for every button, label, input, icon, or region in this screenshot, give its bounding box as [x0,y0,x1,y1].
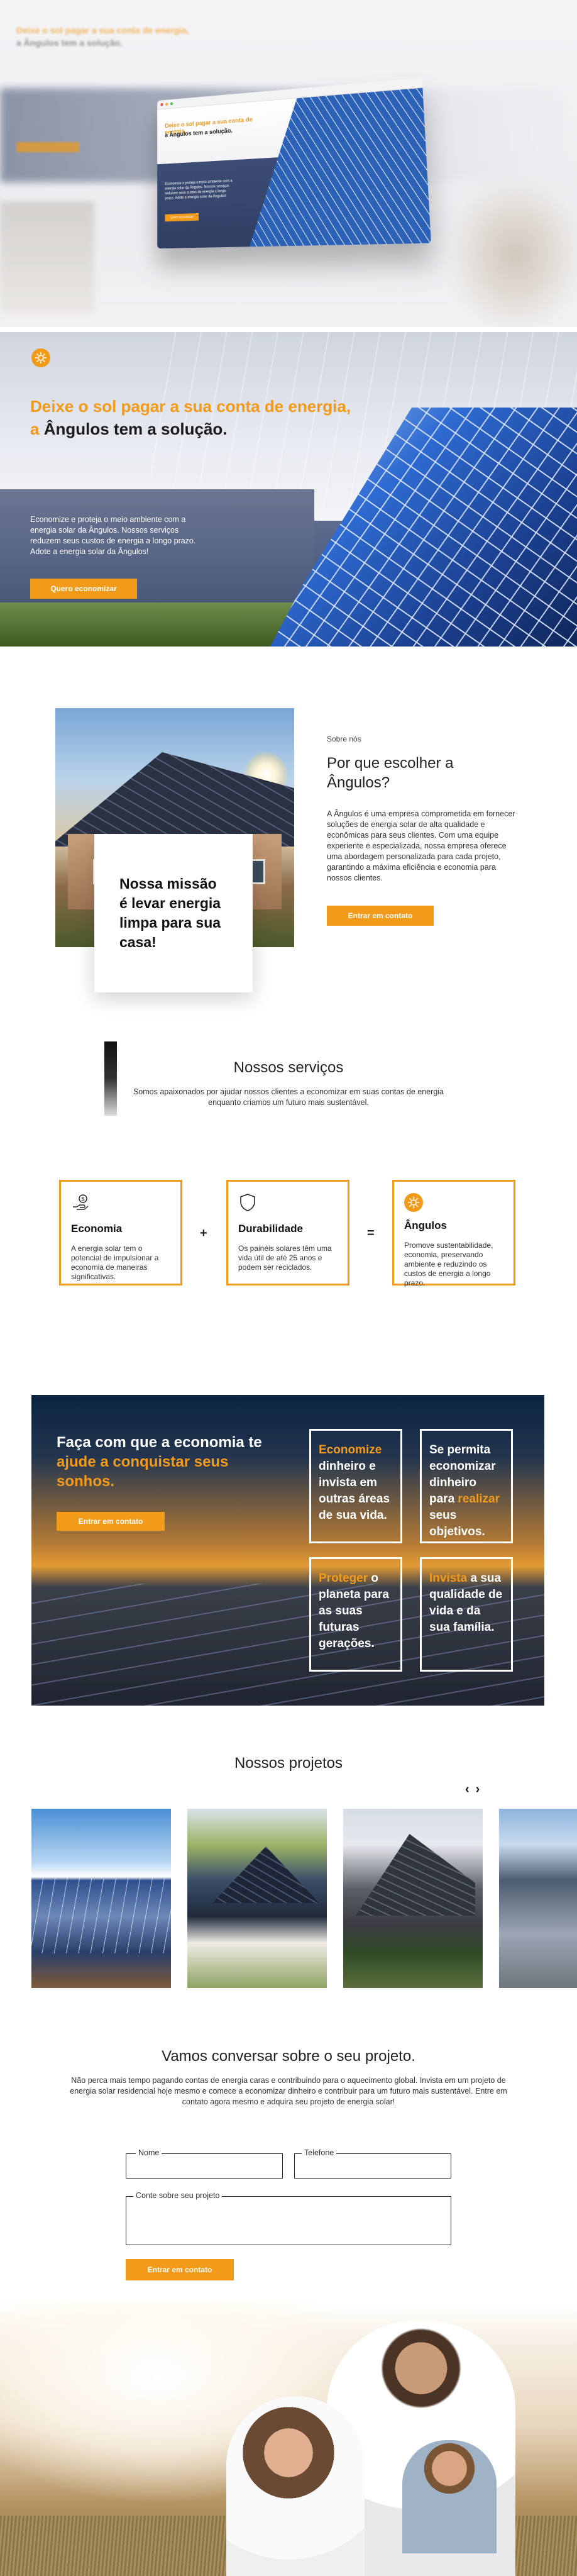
hero-title: Deixe o sol pagar a sua conta de energia… [30,395,370,440]
about-kicker: Sobre nós [327,735,361,743]
cta-box-highlight: Economize [319,1443,382,1457]
phone-field[interactable] [294,2153,451,2179]
cta-box-economize: Economize dinheiro e invista em outras á… [309,1429,402,1543]
cta-box-highlight: realizar [458,1492,500,1506]
project-image[interactable] [343,1809,483,1988]
sun-icon [404,1193,423,1212]
contact-title: Vamos conversar sobre o seu projeto. [0,2048,577,2065]
cta-title-white: Faça com que a economia te [57,1434,262,1451]
hero-section: Deixe o sol pagar a sua conta de energia… [0,332,577,647]
chevron-left-icon[interactable]: ‹ [465,1782,470,1797]
project-image[interactable] [187,1809,327,1988]
services-title: Nossos serviços [0,1059,577,1077]
cta-banner: Faça com que a economia te ajude a conqu… [31,1395,544,1706]
cta-box-text: dinheiro e invista em outras áreas de su… [319,1460,390,1522]
cta-box-highlight: Proteger [319,1572,368,1585]
blurred-plant [453,182,577,327]
service-card-economia: $ Economia A energia solar tem o potenci… [59,1180,182,1285]
submit-contact-button[interactable]: Entrar em contato [126,2259,234,2280]
plus-sign: + [200,1226,207,1241]
projects-section: Nossos projetos ‹ › [0,1748,577,2012]
service-title: Economia [71,1223,170,1235]
service-title: Ângulos [404,1219,503,1232]
contact-section: Vamos conversar sobre o seu projeto. Não… [0,2038,577,2289]
shield-icon [238,1193,257,1212]
hero-title-prefix: a [30,419,39,438]
hero-text: Economize e proteja o meio ambiente com … [30,514,200,557]
blurred-house [0,201,94,314]
panel-lines [31,1878,171,1953]
service-card-angulos: Ângulos Promove sustentabilidade, econom… [392,1180,515,1285]
hero-title-orange: Deixe o sol pagar a sua conta de energia… [30,397,351,416]
about-description: A Ângulos é uma empresa comprometida em … [327,809,519,884]
about-section: Nossa missão é levar energia limpa para … [0,692,577,1006]
contact-text: Não perca mais tempo pagando contas de e… [69,2075,508,2107]
services-subtitle: Somos apaixonados por ajudar nossos clie… [132,1087,445,1108]
mission-card: Nossa missão é levar energia limpa para … [94,834,253,992]
blurred-title: Deixe o sol pagar a sua conta de energia… [16,25,189,35]
maximize-dot [170,102,173,105]
name-label: Nome [136,2148,162,2157]
mission-text: Nossa missão é levar energia limpa para … [119,874,228,952]
blurred-button [16,142,79,152]
family-photo [0,2302,577,2576]
equals-sign: = [367,1226,375,1241]
chevron-right-icon[interactable]: › [476,1782,480,1797]
sun-icon-svg [407,1196,420,1209]
sun-icon-svg [35,352,47,364]
contact-button[interactable]: Entrar em contato [327,906,434,926]
sun-icon[interactable] [31,348,50,367]
minimize-dot [165,103,168,106]
money-hand-icon: $ [71,1193,90,1212]
cta-box-objetivos: Se permita economizar dinheiro para real… [420,1429,513,1543]
name-field[interactable] [126,2153,283,2179]
woman-figure [226,2396,365,2576]
phone-label: Telefone [302,2148,336,2157]
about-title: Por que escolher a Ângulos? [327,753,478,792]
project-image[interactable] [31,1809,171,1988]
website-mockup: Deixe o sol pagar a sua conta de energia… [157,77,431,248]
mockup-banner: Deixe o sol pagar a sua conta de energia… [0,0,577,327]
hero-title-dark: Ângulos tem a solução. [44,419,228,438]
cta-title: Faça com que a economia te ajude a conqu… [57,1433,283,1491]
service-text: Os painéis solares têm uma vida útil de … [238,1244,338,1272]
save-money-button[interactable]: Quero economizar [30,579,137,599]
projects-title: Nossos projetos [0,1755,577,1772]
roof-shape [212,1846,319,1903]
mockup-text: Economize e proteja o meio ambiente com … [165,179,233,201]
services-section: Nossos serviços Somos apaixonados por aj… [0,1038,577,1340]
project-image[interactable] [499,1809,577,1988]
roof-shape [356,1834,475,1916]
service-title: Durabilidade [238,1223,338,1235]
close-dot [160,103,163,106]
cta-contact-button[interactable]: Entrar em contato [57,1512,165,1531]
message-field[interactable] [126,2196,451,2245]
service-text: A energia solar tem o potencial de impul… [71,1244,170,1282]
service-text: Promove sustentabilidade, economia, pres… [404,1241,503,1288]
decorative-bar [104,1041,117,1116]
mockup-button: Quero economizar [165,213,199,221]
child-figure [402,2440,497,2553]
cta-box-proteger: Proteger o planeta para as suas futuras … [309,1557,402,1672]
cta-title-orange: ajude a conquistar seus sonhos. [57,1453,228,1490]
cta-box-text: seus objetivos. [429,1509,485,1538]
cta-box-invista: Invista a sua qualidade de vida e da sua… [420,1557,513,1672]
svg-text:$: $ [82,1196,85,1202]
message-label: Conte sobre seu projeto [133,2191,222,2200]
cta-box-highlight: Invista [429,1572,467,1585]
blurred-subtitle: a Ângulos tem a solução. [16,38,123,48]
carousel-arrows: ‹ › [465,1782,480,1797]
service-card-durabilidade: Durabilidade Os painéis solares têm uma … [226,1180,349,1285]
